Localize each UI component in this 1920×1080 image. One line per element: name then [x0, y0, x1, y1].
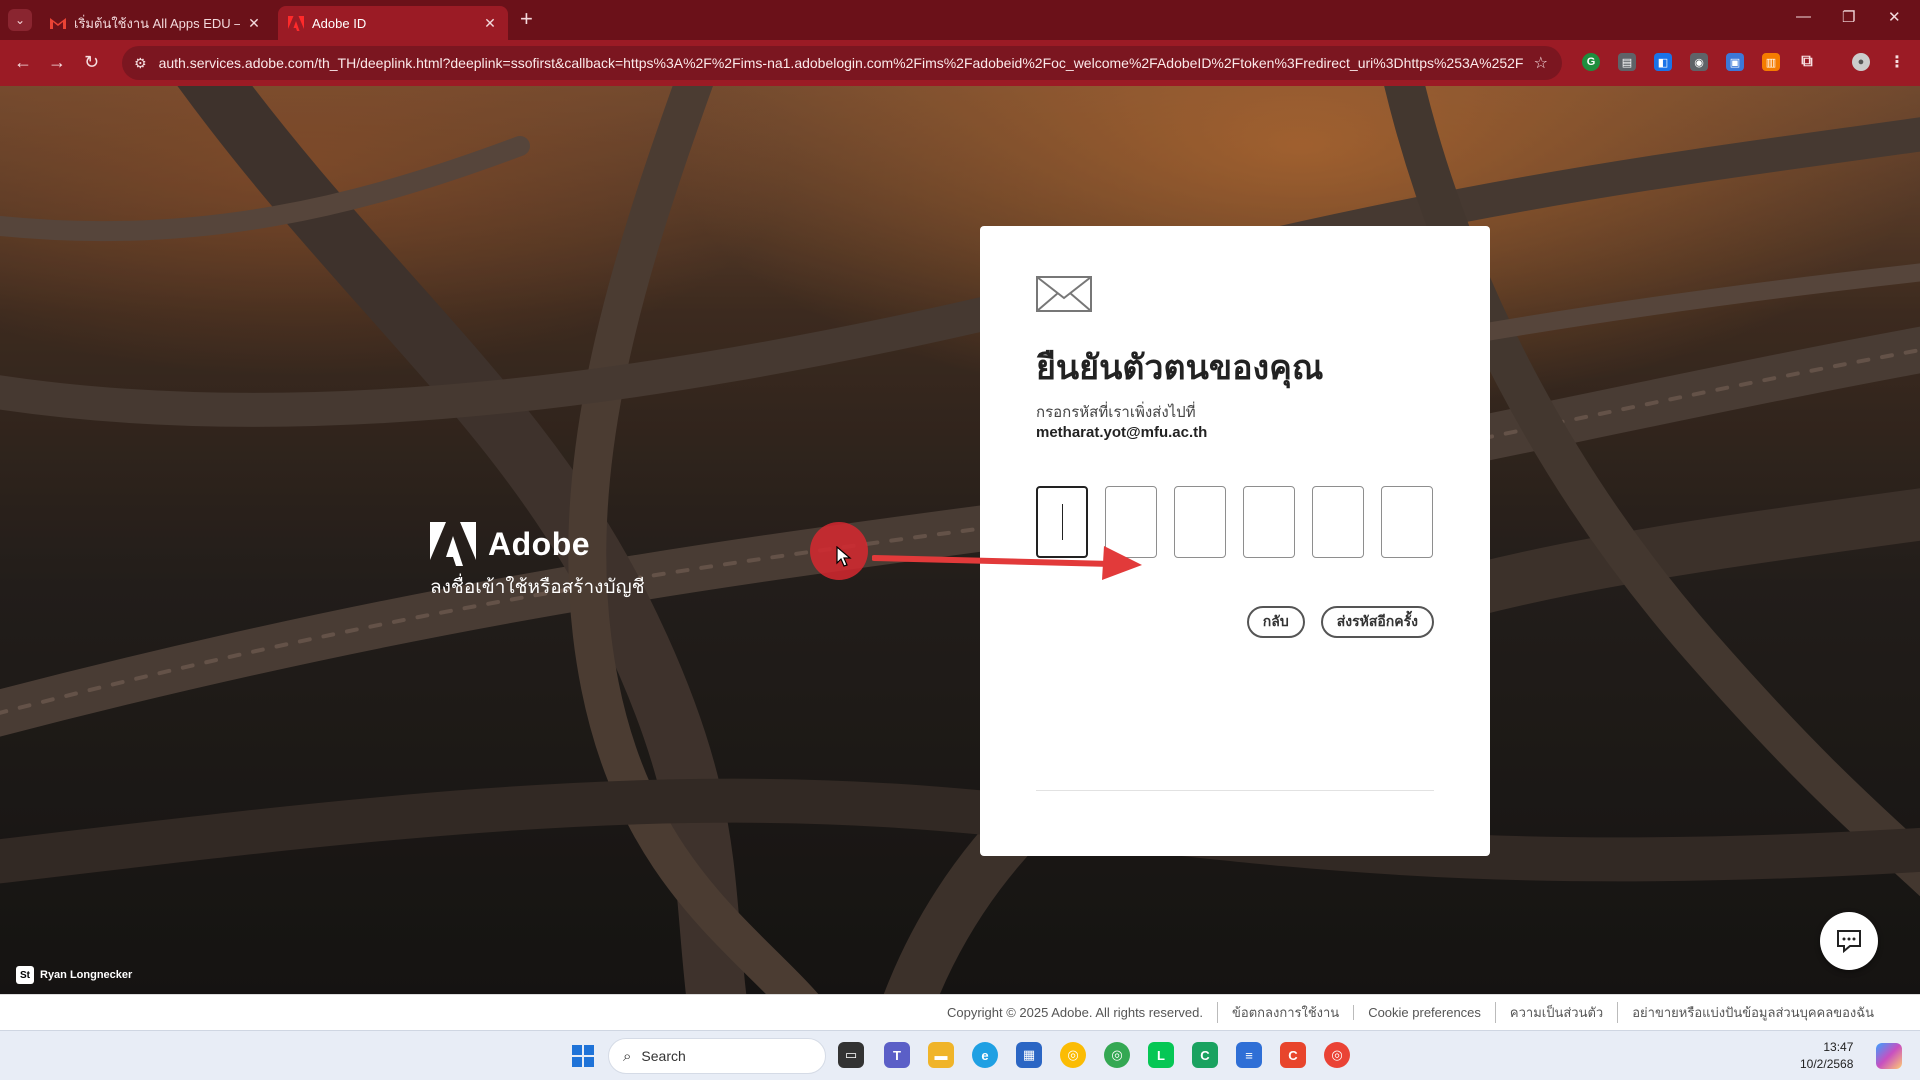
task-view-icon[interactable]: ▭: [838, 1042, 864, 1068]
chrome-profile-icon[interactable]: ◎: [1104, 1042, 1130, 1068]
footer-link-privacy[interactable]: ความเป็นส่วนตัว: [1494, 1002, 1617, 1023]
window-close-icon[interactable]: ✕: [1888, 8, 1901, 26]
photo-credit-name: Ryan Longnecker: [40, 969, 133, 981]
tab-label: Adobe ID: [312, 15, 367, 31]
browser-tab-bar: ⌄ เริ่มต้นใช้งาน All Apps EDU – Facu ✕ A…: [0, 0, 1920, 40]
url-text: auth.services.adobe.com/th_TH/deeplink.h…: [158, 55, 1524, 71]
browser-tab-gmail[interactable]: เริ่มต้นใช้งาน All Apps EDU – Facu ✕: [40, 6, 272, 40]
back-button[interactable]: กลับ: [1246, 606, 1305, 638]
gmail-icon: [50, 15, 66, 31]
card-divider: [1036, 790, 1434, 791]
site-settings-icon[interactable]: ⚙: [134, 55, 147, 72]
taskbar-search-box[interactable]: ⌕ Search: [608, 1038, 826, 1074]
minimize-icon[interactable]: —: [1796, 8, 1811, 25]
camtasia-recorder-icon[interactable]: C: [1280, 1042, 1306, 1068]
adobe-icon: [288, 15, 304, 31]
clock-time: 13:47: [1823, 1040, 1854, 1054]
reload-icon[interactable]: ↻: [84, 52, 99, 73]
annotation-arrow-icon: [872, 546, 1142, 580]
page-title: ยืนยันตัวตนของคุณ: [1036, 349, 1324, 387]
edge-icon[interactable]: e: [972, 1042, 998, 1068]
notepad-icon[interactable]: ≡: [1236, 1042, 1262, 1068]
search-icon: ⌕: [623, 1047, 632, 1065]
extension-icon[interactable]: ▥: [1762, 53, 1780, 71]
code-digit-input-5[interactable]: [1312, 486, 1364, 558]
tab-close-icon[interactable]: ✕: [246, 15, 262, 32]
envelope-icon: [1036, 276, 1092, 312]
tab-close-icon[interactable]: ✕: [482, 15, 498, 32]
tab-search-chevron-icon[interactable]: ⌄: [8, 9, 32, 31]
bookmark-star-icon[interactable]: ☆: [1534, 53, 1548, 73]
browser-tab-adobe-id[interactable]: Adobe ID ✕: [278, 6, 508, 40]
footer-link-terms[interactable]: ข้อตกลงการใช้งาน: [1217, 1002, 1353, 1023]
teams-icon[interactable]: T: [884, 1042, 910, 1068]
mouse-cursor-icon: [836, 546, 852, 567]
puzzle-extensions-icon[interactable]: ⧉: [1798, 53, 1816, 71]
photo-credit[interactable]: St Ryan Longnecker: [16, 966, 132, 984]
code-instructions: กรอกรหัสที่เราเพิ่งส่งไปที่: [1036, 404, 1196, 421]
forward-arrow-icon[interactable]: →: [48, 52, 66, 73]
store-icon[interactable]: ▦: [1016, 1042, 1042, 1068]
camera-extension-icon[interactable]: ◉: [1690, 53, 1708, 71]
card-actions: กลับ ส่งรหัสอีกครั้ง: [1231, 606, 1434, 638]
taskbar-clock[interactable]: 13:47 10/2/2568: [1800, 1039, 1853, 1073]
code-digit-input-6[interactable]: [1381, 486, 1433, 558]
camtasia-icon[interactable]: C: [1192, 1042, 1218, 1068]
clock-date: 10/2/2568: [1800, 1057, 1854, 1071]
new-tab-button[interactable]: +: [520, 6, 533, 32]
windows-taskbar: ⌕ Search ▭ T ▬ e ▦ ◎ ◎ L C ≡ C ◎ 13:47 1…: [0, 1030, 1920, 1080]
code-digit-input-3[interactable]: [1174, 486, 1226, 558]
footer-link-do-not-sell[interactable]: อย่าขายหรือแบ่งปันข้อมูลส่วนบุคคลของฉัน: [1617, 1002, 1888, 1023]
resend-code-button[interactable]: ส่งรหัสอีกครั้ง: [1320, 606, 1434, 638]
screen-record-extension-icon[interactable]: ▣: [1726, 53, 1744, 71]
file-explorer-icon[interactable]: ▬: [928, 1042, 954, 1068]
address-bar[interactable]: ⚙ auth.services.adobe.com/th_TH/deeplink…: [122, 46, 1562, 80]
adobe-logo-icon: [430, 522, 476, 566]
extension-icon[interactable]: ▤: [1618, 53, 1636, 71]
footer-link-cookie-preferences[interactable]: Cookie preferences: [1353, 1005, 1495, 1020]
restore-icon[interactable]: ❐: [1842, 8, 1855, 26]
windows-start-icon[interactable]: [572, 1045, 594, 1067]
chrome-icon[interactable]: ◎: [1060, 1042, 1086, 1068]
copyright-text: Copyright © 2025 Adobe. All rights reser…: [946, 1005, 1203, 1020]
line-app-icon[interactable]: L: [1148, 1042, 1174, 1068]
grammarly-extension-icon[interactable]: G: [1582, 53, 1600, 71]
browser-menu-icon[interactable]: ⋮: [1888, 53, 1906, 71]
code-digit-input-4[interactable]: [1243, 486, 1295, 558]
taskbar-search-placeholder: Search: [641, 1048, 686, 1064]
tab-label: เริ่มต้นใช้งาน All Apps EDU – Facu: [74, 15, 240, 31]
page-footer: Copyright © 2025 Adobe. All rights reser…: [0, 994, 1920, 1030]
copilot-icon[interactable]: [1876, 1043, 1902, 1069]
chat-bubble-icon: [1837, 930, 1861, 953]
adobe-brand-name: Adobe: [488, 525, 591, 562]
recipient-email: metharat.yot@mfu.ac.th: [1036, 424, 1208, 441]
chat-support-button[interactable]: [1820, 912, 1878, 970]
brand-tagline: ลงชื่อเข้าใช้หรือสร้างบัญชี: [430, 577, 645, 598]
adobe-stock-icon: St: [16, 966, 34, 984]
back-arrow-icon[interactable]: ←: [14, 52, 32, 73]
extension-icon[interactable]: ◧: [1654, 53, 1672, 71]
chrome-active-icon[interactable]: ◎: [1324, 1042, 1350, 1068]
profile-avatar-icon[interactable]: ●: [1852, 53, 1870, 71]
adobe-brand-block: Adobe ลงชื่อเข้าใช้หรือสร้างบัญชี: [430, 522, 645, 602]
